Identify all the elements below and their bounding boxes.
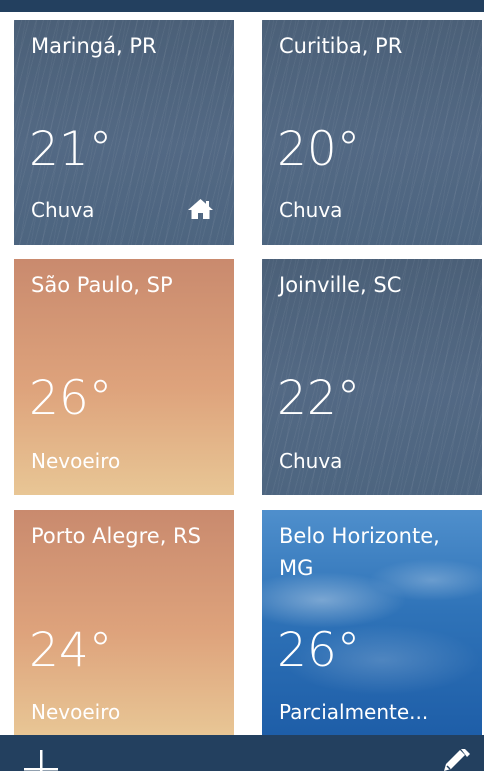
city-tile-maringa[interactable]: Maringá, PR 21° Chuva <box>14 20 234 245</box>
city-tile-belo-horizonte[interactable]: Belo Horizonte, MG 26° Parcialmente... <box>262 510 482 735</box>
condition: Parcialmente... <box>279 700 429 724</box>
temperature: 20° <box>277 122 361 177</box>
add-icon[interactable] <box>22 750 60 771</box>
city-tile-porto-alegre[interactable]: Porto Alegre, RS 24° Nevoeiro <box>14 510 234 735</box>
condition: Nevoeiro <box>31 700 121 724</box>
city-name: Maringá, PR <box>31 34 157 58</box>
home-icon <box>188 199 213 219</box>
edit-icon[interactable] <box>441 749 471 771</box>
city-tile-joinville[interactable]: Joinville, SC 22° Chuva <box>262 259 482 495</box>
city-tile-sao-paulo[interactable]: São Paulo, SP 26° Nevoeiro <box>14 259 234 495</box>
city-name: Curitiba, PR <box>279 34 403 58</box>
temperature: 22° <box>277 371 361 426</box>
app-bar <box>0 735 484 771</box>
city-name: Joinville, SC <box>279 273 402 297</box>
city-name: São Paulo, SP <box>31 273 173 297</box>
condition: Chuva <box>279 449 343 473</box>
city-name: Belo Horizonte, MG <box>279 524 440 580</box>
city-tiles-grid: Maringá, PR 21° Chuva Curitiba, PR 20° C… <box>0 0 484 771</box>
condition: Nevoeiro <box>31 449 121 473</box>
condition: Chuva <box>279 198 343 222</box>
condition: Chuva <box>31 198 95 222</box>
city-name: Porto Alegre, RS <box>31 524 201 548</box>
city-tile-curitiba[interactable]: Curitiba, PR 20° Chuva <box>262 20 482 245</box>
temperature: 26° <box>277 623 361 678</box>
temperature: 21° <box>29 122 113 177</box>
temperature: 26° <box>29 371 113 426</box>
temperature: 24° <box>29 623 113 678</box>
